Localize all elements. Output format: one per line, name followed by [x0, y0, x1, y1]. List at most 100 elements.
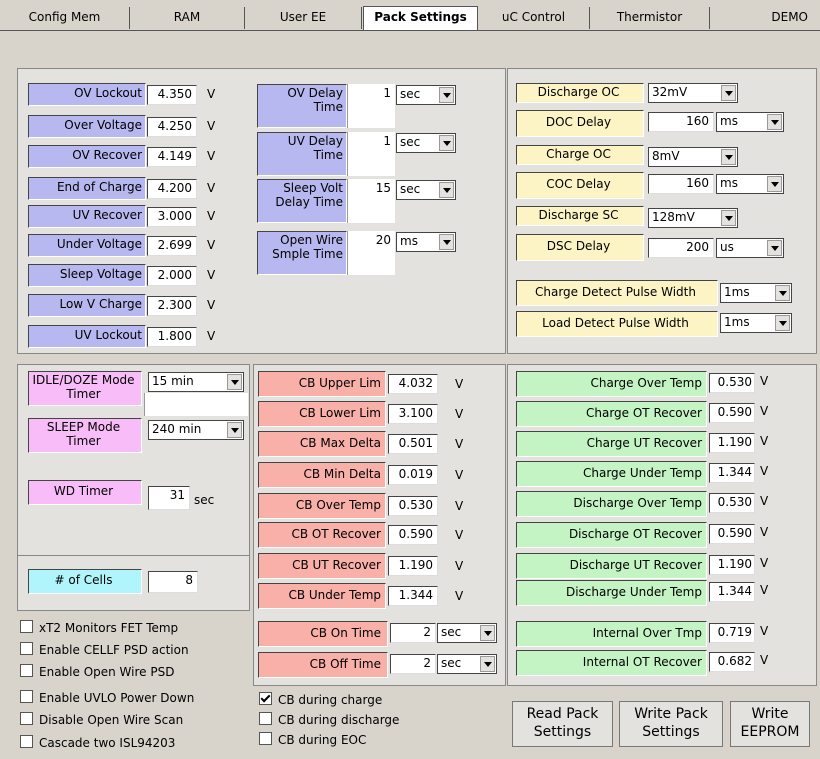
internal-temp-value-field[interactable]: 0.682 — [709, 652, 755, 672]
delay-value-field[interactable]: 15 — [349, 180, 395, 200]
cb-value-field[interactable]: 1.190 — [388, 556, 438, 576]
voltage-value-field[interactable]: 4.250 — [147, 117, 197, 137]
chevron-down-icon[interactable] — [439, 182, 454, 198]
coc-delay-unit-select[interactable]: ms — [716, 174, 784, 194]
temp-label: Discharge Under Temp — [516, 580, 707, 606]
option-checkbox[interactable]: Cascade two ISL94203 — [20, 735, 175, 750]
voltage-value-field[interactable]: 1.800 — [147, 327, 197, 347]
option-checkbox[interactable]: Enable CELLF PSD action — [20, 642, 189, 657]
temp-label: Discharge OT Recover — [516, 522, 707, 548]
tab-config-mem[interactable]: Config Mem — [0, 7, 130, 29]
discharge-oc-select[interactable]: 32mV — [648, 83, 738, 103]
charge-detect-pulse-select[interactable]: 1ms — [720, 283, 792, 303]
chevron-down-icon[interactable] — [721, 210, 736, 226]
voltage-value-field[interactable]: 4.200 — [147, 179, 197, 199]
cb-checkbox[interactable]: CB during discharge — [259, 712, 399, 727]
checkbox-icon[interactable] — [259, 732, 272, 745]
delay-value-field[interactable]: 1 — [349, 133, 395, 153]
option-checkbox[interactable]: Enable UVLO Power Down — [20, 690, 194, 705]
chevron-down-icon[interactable] — [480, 625, 495, 641]
temp-value-field[interactable]: 0.530 — [709, 493, 755, 513]
delay-unit-select[interactable]: sec — [396, 133, 456, 153]
checkbox-icon[interactable] — [259, 692, 272, 705]
chevron-down-icon[interactable] — [767, 240, 782, 256]
chevron-down-icon[interactable] — [439, 234, 454, 250]
chevron-down-icon[interactable] — [767, 114, 782, 130]
coc-delay-value[interactable]: 160 — [648, 174, 714, 194]
delay-value-field[interactable]: 20 — [349, 232, 395, 252]
tab-pack-settings[interactable]: Pack Settings — [363, 6, 478, 31]
tab-user-ee[interactable]: User EE — [245, 7, 362, 29]
checkbox-icon[interactable] — [259, 712, 272, 725]
internal-temp-value-field[interactable]: 0.719 — [709, 623, 755, 643]
sleep-mode-timer-select[interactable]: 240 min — [148, 420, 244, 440]
cb-value-field[interactable]: 3.100 — [388, 404, 438, 424]
cb-value-field[interactable]: 0.501 — [388, 434, 438, 454]
chevron-down-icon[interactable] — [775, 285, 790, 301]
temp-value-field[interactable]: 0.530 — [709, 373, 755, 393]
option-checkbox[interactable]: Enable Open Wire PSD — [20, 664, 174, 679]
tab-uc-control[interactable]: uC Control — [478, 7, 590, 29]
read-pack-settings-button[interactable]: Read Pack Settings — [512, 701, 613, 747]
checkbox-icon[interactable] — [20, 664, 33, 677]
cb-value-field[interactable]: 0.530 — [388, 496, 438, 516]
cb-off-time-unit-select[interactable]: sec — [437, 654, 497, 674]
voltage-value-field[interactable]: 2.699 — [147, 236, 197, 256]
wd-timer-value[interactable]: 31 — [148, 486, 190, 510]
charge-oc-select[interactable]: 8mV — [648, 147, 738, 167]
cb-value-field[interactable]: 4.032 — [388, 374, 438, 394]
chevron-down-icon[interactable] — [227, 422, 242, 438]
load-detect-pulse-select[interactable]: 1ms — [720, 313, 792, 333]
chevron-down-icon[interactable] — [721, 85, 736, 101]
temp-value-field[interactable]: 1.344 — [709, 582, 755, 602]
doc-delay-value[interactable]: 160 — [648, 112, 714, 132]
doc-delay-unit-select[interactable]: ms — [716, 112, 784, 132]
checkbox-icon[interactable] — [20, 712, 33, 725]
voltage-value-field[interactable]: 2.300 — [147, 296, 197, 316]
delay-unit-select[interactable]: sec — [396, 85, 456, 105]
cb-checkbox[interactable]: CB during EOC — [259, 732, 366, 747]
voltage-value-field[interactable]: 2.000 — [147, 266, 197, 286]
tab-thermistor[interactable]: Thermistor — [590, 7, 710, 29]
tab-demo[interactable]: DEMO — [710, 7, 820, 29]
temp-value-field[interactable]: 0.590 — [709, 524, 755, 544]
delay-value-field[interactable]: 1 — [349, 85, 395, 105]
delay-unit-select[interactable]: sec — [396, 180, 456, 200]
cb-value-field[interactable]: 0.590 — [388, 525, 438, 545]
option-checkbox[interactable]: xT2 Monitors FET Temp — [20, 620, 178, 635]
temp-value-field[interactable]: 1.344 — [709, 463, 755, 483]
discharge-sc-select[interactable]: 128mV — [648, 208, 738, 228]
chevron-down-icon[interactable] — [439, 87, 454, 103]
temp-value-field[interactable]: 1.190 — [709, 555, 755, 575]
write-pack-settings-button[interactable]: Write Pack Settings — [619, 701, 723, 747]
tab-ram[interactable]: RAM — [130, 7, 245, 29]
idle-doze-timer-select[interactable]: 15 min — [148, 372, 244, 392]
temp-value-field[interactable]: 0.590 — [709, 403, 755, 423]
cb-off-time-value[interactable]: 2 — [390, 654, 436, 674]
write-eeprom-button[interactable]: Write EEPROM — [730, 701, 810, 747]
chevron-down-icon[interactable] — [439, 135, 454, 151]
chevron-down-icon[interactable] — [480, 656, 495, 672]
voltage-value-field[interactable]: 3.000 — [147, 207, 197, 227]
temp-value-field[interactable]: 1.190 — [709, 433, 755, 453]
cells-value[interactable]: 8 — [148, 571, 198, 593]
cb-on-time-value[interactable]: 2 — [390, 623, 436, 643]
checkbox-icon[interactable] — [20, 620, 33, 633]
delay-unit-select[interactable]: ms — [396, 232, 456, 252]
chevron-down-icon[interactable] — [775, 315, 790, 331]
dsc-delay-unit-select[interactable]: us — [716, 238, 784, 258]
checkbox-icon[interactable] — [20, 735, 33, 748]
cb-value-field[interactable]: 0.019 — [388, 465, 438, 485]
cb-checkbox[interactable]: CB during charge — [259, 692, 382, 707]
checkbox-icon[interactable] — [20, 642, 33, 655]
chevron-down-icon[interactable] — [721, 149, 736, 165]
checkbox-icon[interactable] — [20, 690, 33, 703]
chevron-down-icon[interactable] — [767, 176, 782, 192]
cb-value-field[interactable]: 1.344 — [388, 586, 438, 606]
dsc-delay-value[interactable]: 200 — [648, 238, 714, 258]
voltage-value-field[interactable]: 4.149 — [147, 147, 197, 167]
chevron-down-icon[interactable] — [227, 374, 242, 390]
voltage-value-field[interactable]: 4.350 — [147, 85, 197, 105]
option-checkbox[interactable]: Disable Open Wire Scan — [20, 712, 183, 727]
cb-on-time-unit-select[interactable]: sec — [437, 623, 497, 643]
